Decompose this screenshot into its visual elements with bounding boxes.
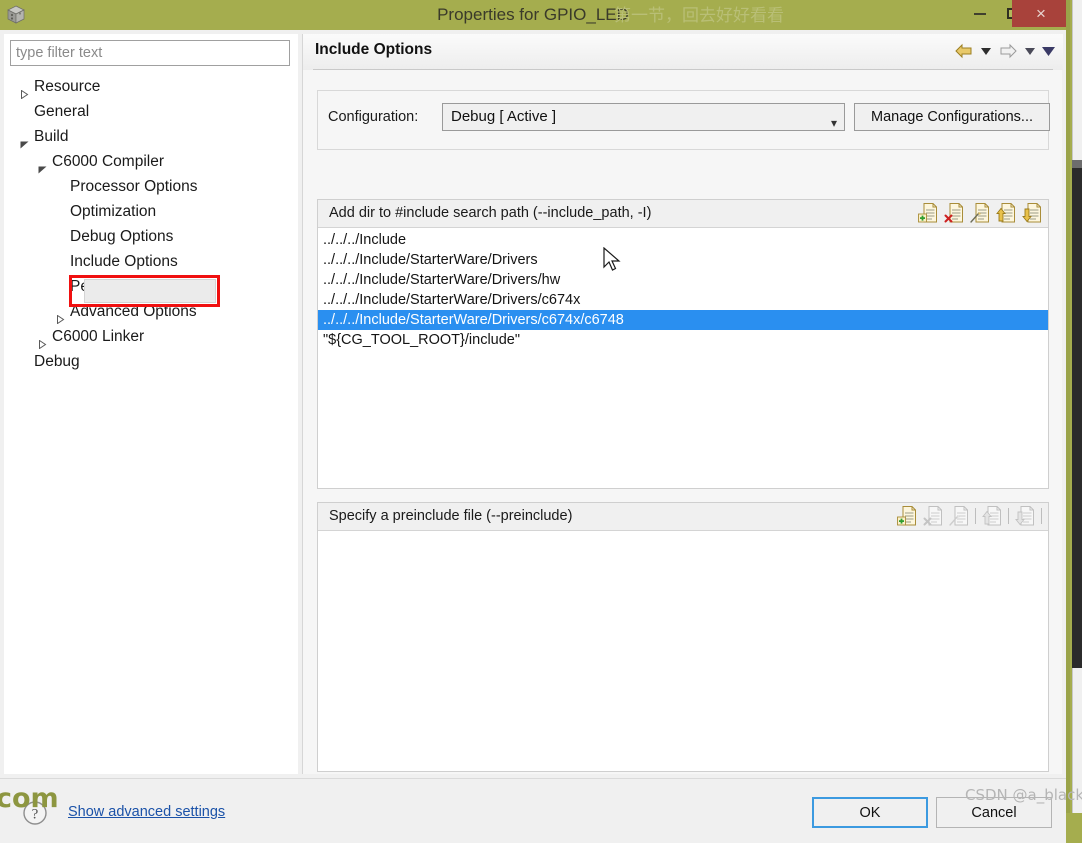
add-icon[interactable] <box>897 505 917 527</box>
arrow-left-icon[interactable] <box>953 40 975 62</box>
sidebar-item-label: Debug <box>34 349 80 374</box>
chevron-down-icon-configuration: ▾ <box>831 110 837 136</box>
configuration-value: Debug [ Active ] <box>451 108 556 125</box>
close-button[interactable]: × <box>1012 0 1066 27</box>
preinclude-panel: Specify a preinclude file (--preinclude) <box>317 502 1049 772</box>
include-path-toolbar <box>918 202 1042 224</box>
close-icon: × <box>1036 4 1046 24</box>
sidebar-item-label: C6000 Compiler <box>52 149 164 174</box>
sidebar-item-label: Resource <box>34 74 100 99</box>
sidebar-item-label: Optimization <box>70 199 156 224</box>
dialog-footer: ? Show advanced settings OK Cancel <box>0 778 1066 843</box>
tree-selection-highlight <box>84 279 216 303</box>
show-advanced-settings-link[interactable]: Show advanced settings <box>68 804 225 820</box>
sidebar-item-label: Debug Options <box>70 224 173 249</box>
configuration-label: Configuration: <box>328 109 418 125</box>
include-path-list[interactable]: ../../../Include../../../Include/Starter… <box>318 228 1048 487</box>
sidebar-item-label: Include Options <box>70 249 178 274</box>
arrow-right-icon[interactable] <box>997 40 1019 62</box>
edit-icon <box>949 505 969 527</box>
toolbar-divider <box>975 508 976 524</box>
background-editor-dark-area <box>1072 168 1082 668</box>
title-watermark-overlay: 第一节，回去好好看看 <box>614 1 784 26</box>
watermark-bottom-right: CSDN @a_black_ <box>965 786 1082 804</box>
sidebar-item-label: General <box>34 99 89 124</box>
move-down-icon <box>1015 505 1035 527</box>
minimize-button[interactable] <box>965 0 995 27</box>
list-item[interactable]: "${CG_TOOL_ROOT}/include" <box>318 330 1048 350</box>
chevron-right-icon[interactable] <box>20 82 29 91</box>
include-options-page: Include Options <box>302 34 1062 774</box>
sidebar-item-label: C6000 Linker <box>52 324 144 349</box>
sidebar-item-build[interactable]: Build <box>4 124 298 149</box>
sidebar-item-include-options[interactable]: Include Options <box>4 249 298 274</box>
page-title: Include Options <box>315 41 432 59</box>
list-item[interactable]: ../../../Include <box>318 230 1048 250</box>
sidebar-item-resource[interactable]: Resource <box>4 74 298 99</box>
background-editor-divider <box>1072 160 1082 168</box>
sidebar-item-c6000-linker[interactable]: C6000 Linker <box>4 324 298 349</box>
chevron-down-icon[interactable] <box>20 132 29 141</box>
properties-dialog-window: Properties for GPIO_LED 第一节，回去好好看看 × typ… <box>0 0 1070 813</box>
add-icon[interactable] <box>918 202 938 224</box>
window-title: Properties for GPIO_LED <box>0 0 1066 30</box>
manage-configurations-button[interactable]: Manage Configurations... <box>854 103 1050 131</box>
sidebar-item-debug-options[interactable]: Debug Options <box>4 224 298 249</box>
move-down-icon[interactable] <box>1022 202 1042 224</box>
sidebar-item-label: Build <box>34 124 68 149</box>
list-item[interactable]: ../../../Include/StarterWare/Drivers/c67… <box>318 310 1048 330</box>
chevron-down-icon-view-menu[interactable] <box>1041 40 1055 62</box>
preinclude-panel-header: Specify a preinclude file (--preinclude) <box>318 503 1048 531</box>
move-up-icon <box>982 505 1002 527</box>
configuration-dropdown[interactable]: Debug [ Active ] ▾ <box>442 103 845 131</box>
delete-icon[interactable] <box>944 202 964 224</box>
include-path-panel-title: Add dir to #include search path (--inclu… <box>329 205 651 221</box>
preinclude-panel-title: Specify a preinclude file (--preinclude) <box>329 508 572 524</box>
list-item[interactable]: ../../../Include/StarterWare/Drivers/hw <box>318 270 1048 290</box>
sidebar-item-processor-options[interactable]: Processor Options <box>4 174 298 199</box>
chevron-right-icon[interactable] <box>56 307 65 316</box>
window-titlebar[interactable]: Properties for GPIO_LED 第一节，回去好好看看 × <box>0 0 1066 30</box>
toolbar-divider <box>1008 508 1009 524</box>
dialog-body: type filter text ResourceGeneralBuildC60… <box>0 30 1066 813</box>
page-nav-toolbar <box>953 40 1055 62</box>
toolbar-divider <box>1041 508 1042 524</box>
chevron-right-icon[interactable] <box>38 332 47 341</box>
page-header: Include Options <box>303 34 1063 70</box>
chevron-down-icon-back[interactable] <box>979 40 993 62</box>
search-input[interactable]: type filter text <box>10 40 290 66</box>
chevron-down-icon-forward[interactable] <box>1023 40 1037 62</box>
sidebar-item-c6000-compiler[interactable]: C6000 Compiler <box>4 149 298 174</box>
settings-tree: ResourceGeneralBuildC6000 CompilerProces… <box>4 72 298 772</box>
move-up-icon[interactable] <box>996 202 1016 224</box>
sidebar-item-optimization[interactable]: Optimization <box>4 199 298 224</box>
sidebar-item-debug[interactable]: Debug <box>4 349 298 374</box>
configuration-group: Configuration: Debug [ Active ] ▾ Manage… <box>317 90 1049 150</box>
list-item[interactable]: ../../../Include/StarterWare/Drivers/c67… <box>318 290 1048 310</box>
sidebar-item-general[interactable]: General <box>4 99 298 124</box>
minimize-icon <box>974 13 986 15</box>
include-path-panel: Add dir to #include search path (--inclu… <box>317 199 1049 489</box>
header-divider <box>313 69 1053 70</box>
sidebar-item-label: Processor Options <box>70 174 198 199</box>
manage-configurations-label: Manage Configurations... <box>871 109 1033 125</box>
preinclude-toolbar <box>897 505 1042 527</box>
list-item[interactable]: ../../../Include/StarterWare/Drivers <box>318 250 1048 270</box>
delete-icon <box>923 505 943 527</box>
include-path-panel-header: Add dir to #include search path (--inclu… <box>318 200 1048 228</box>
chevron-down-icon[interactable] <box>38 157 47 166</box>
settings-tree-sidebar: type filter text ResourceGeneralBuildC60… <box>4 34 298 774</box>
preinclude-list[interactable] <box>318 531 1048 770</box>
edit-icon[interactable] <box>970 202 990 224</box>
watermark-bottom-left: com <box>0 783 59 814</box>
